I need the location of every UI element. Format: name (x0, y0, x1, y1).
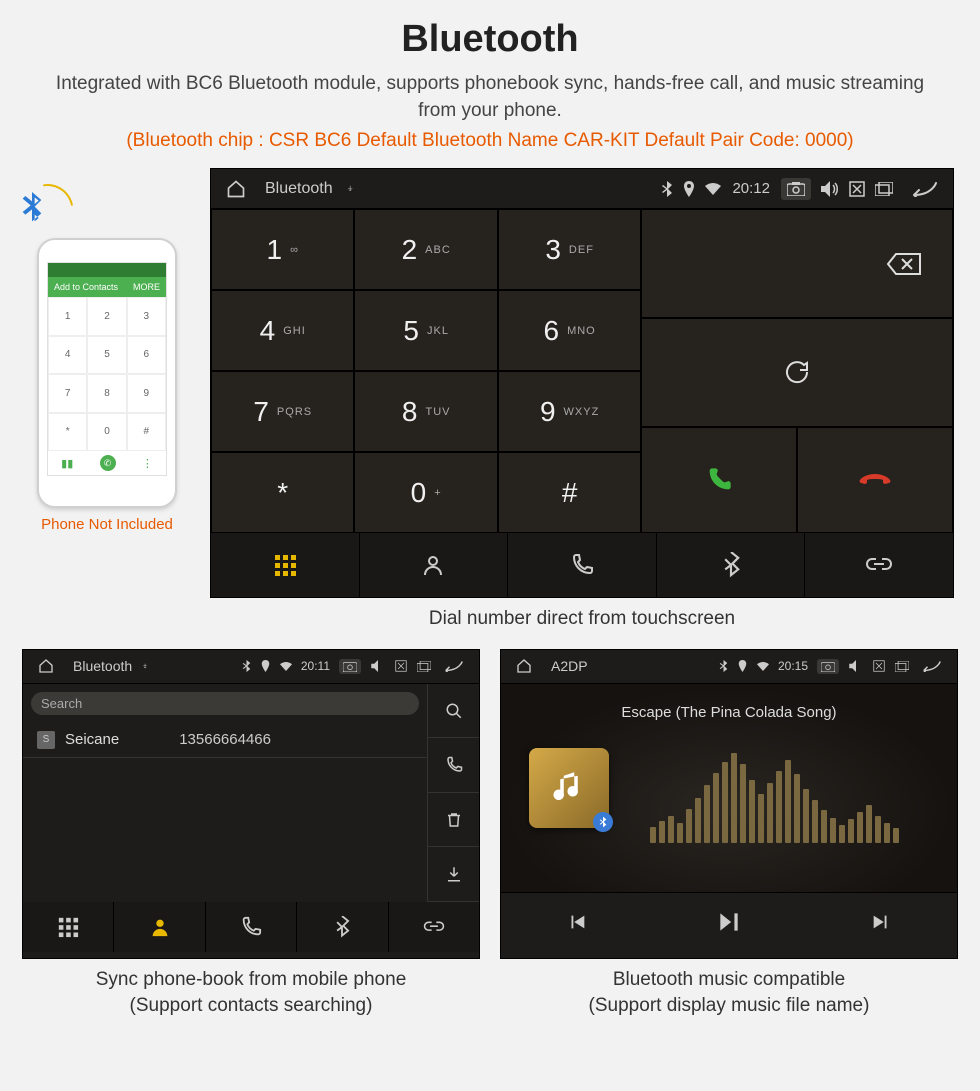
status-time: 20:15 (778, 659, 808, 673)
phone-dialpad: 123 456 789 *0# (48, 297, 166, 451)
nav-bluetooth[interactable] (657, 533, 806, 597)
nav-dialpad[interactable] (23, 902, 114, 952)
contact-number: 13566664466 (179, 731, 271, 748)
nav-dialpad[interactable] (211, 533, 360, 597)
back-icon[interactable] (922, 660, 942, 672)
side-call-icon[interactable] (427, 738, 479, 793)
wifi-icon (280, 662, 292, 671)
play-pause-button[interactable] (653, 892, 805, 952)
dial-key-7[interactable]: 7PQRS (211, 371, 354, 452)
volume-icon[interactable] (821, 181, 839, 197)
recent-apps-icon[interactable] (895, 661, 909, 672)
contact-row-empty (23, 758, 427, 902)
status-title: Bluetooth (265, 180, 333, 198)
dialer-caption: Dial number direct from touchscreen (210, 606, 954, 633)
dial-key-0[interactable]: 0+ (354, 452, 497, 533)
more-label: MORE (133, 282, 160, 292)
dial-key-6[interactable]: 6MNO (498, 290, 641, 371)
usb-icon: ⍖ (347, 181, 354, 196)
phonebook-screenshot: Bluetooth ⍖ 20:11 Search (22, 649, 480, 959)
bluetooth-status-icon (661, 181, 673, 197)
screenshot-icon[interactable] (817, 659, 839, 674)
nav-call-history[interactable] (206, 902, 297, 952)
add-contacts-label: Add to Contacts (54, 282, 118, 292)
contact-name: Seicane (65, 731, 119, 748)
visualizer (634, 733, 914, 843)
location-icon (738, 660, 747, 672)
back-icon[interactable] (912, 181, 938, 197)
phone-caption: Phone Not Included (22, 516, 192, 533)
back-icon[interactable] (444, 660, 464, 672)
a2dp-screenshot: A2DP 20:15 Escape (The Pina Colada Song) (500, 649, 958, 959)
dial-key-#[interactable]: # (498, 452, 641, 533)
bluetooth-status-icon (242, 660, 251, 672)
dial-key-3[interactable]: 3DEF (498, 209, 641, 290)
side-delete-icon[interactable] (427, 793, 479, 848)
nav-pair[interactable] (805, 533, 953, 597)
home-icon[interactable] (516, 658, 532, 674)
usb-icon: ⍖ (142, 661, 148, 672)
contact-tag: S (37, 731, 55, 749)
dialer-screenshot: Bluetooth ⍖ 20:12 (210, 168, 954, 598)
bluetooth-icon (15, 192, 49, 241)
nav-call-history[interactable] (508, 533, 657, 597)
nav-bluetooth[interactable] (297, 902, 388, 952)
close-icon[interactable] (395, 660, 407, 672)
nav-contacts[interactable] (360, 533, 509, 597)
wifi-icon (705, 183, 721, 195)
prev-track-button[interactable] (501, 892, 653, 952)
redial-button[interactable] (641, 318, 953, 427)
hangup-button[interactable] (797, 427, 953, 534)
nav-contacts[interactable] (114, 902, 205, 952)
nav-pair[interactable] (389, 902, 479, 952)
bluetooth-status-icon (719, 660, 728, 672)
page-title: Bluetooth (22, 18, 958, 61)
wifi-icon (757, 662, 769, 671)
status-title: A2DP (551, 658, 588, 674)
phone-dock: ▮▮ ✆ ⋮ (48, 451, 166, 475)
side-search-icon[interactable] (427, 684, 479, 739)
location-icon (261, 660, 270, 672)
home-icon[interactable] (38, 658, 54, 674)
signal-wave-icon (43, 180, 73, 210)
search-input[interactable]: Search (31, 692, 419, 715)
dial-key-2[interactable]: 2ABC (354, 209, 497, 290)
dial-key-8[interactable]: 8TUV (354, 371, 497, 452)
screenshot-icon[interactable] (781, 178, 811, 200)
dial-key-1[interactable]: 1∞ (211, 209, 354, 290)
phonebook-caption-2: (Support contacts searching) (22, 993, 480, 1020)
dial-key-9[interactable]: 9WXYZ (498, 371, 641, 452)
home-icon[interactable] (226, 179, 246, 199)
status-time: 20:11 (301, 659, 330, 673)
contact-row[interactable]: S Seicane 13566664466 (23, 723, 427, 758)
bluetooth-specs: (Bluetooth chip : CSR BC6 Default Blueto… (22, 130, 958, 152)
dial-key-4[interactable]: 4GHI (211, 290, 354, 371)
status-title: Bluetooth (73, 658, 132, 674)
location-icon (683, 181, 695, 197)
dial-key-5[interactable]: 5JKL (354, 290, 497, 371)
a2dp-caption-2: (Support display music file name) (500, 993, 958, 1020)
recent-apps-icon[interactable] (417, 661, 431, 672)
volume-icon[interactable] (371, 660, 385, 672)
track-title: Escape (The Pina Colada Song) (501, 704, 957, 721)
screenshot-icon[interactable] (339, 659, 361, 674)
close-icon[interactable] (849, 181, 865, 197)
backspace-button[interactable] (641, 209, 953, 318)
status-time: 20:12 (732, 180, 770, 197)
dial-key-*[interactable]: * (211, 452, 354, 533)
side-download-icon[interactable] (427, 847, 479, 902)
next-track-button[interactable] (805, 892, 957, 952)
recent-apps-icon[interactable] (875, 182, 893, 196)
album-art (529, 748, 609, 828)
volume-icon[interactable] (849, 660, 863, 672)
page-subtitle: Integrated with BC6 Bluetooth module, su… (52, 71, 928, 124)
phone-mockup: Add to Contacts MORE 123 456 789 *0# ▮▮ … (37, 238, 177, 508)
phonebook-caption-1: Sync phone-book from mobile phone (22, 967, 480, 994)
close-icon[interactable] (873, 660, 885, 672)
call-button[interactable] (641, 427, 797, 534)
a2dp-caption-1: Bluetooth music compatible (500, 967, 958, 994)
